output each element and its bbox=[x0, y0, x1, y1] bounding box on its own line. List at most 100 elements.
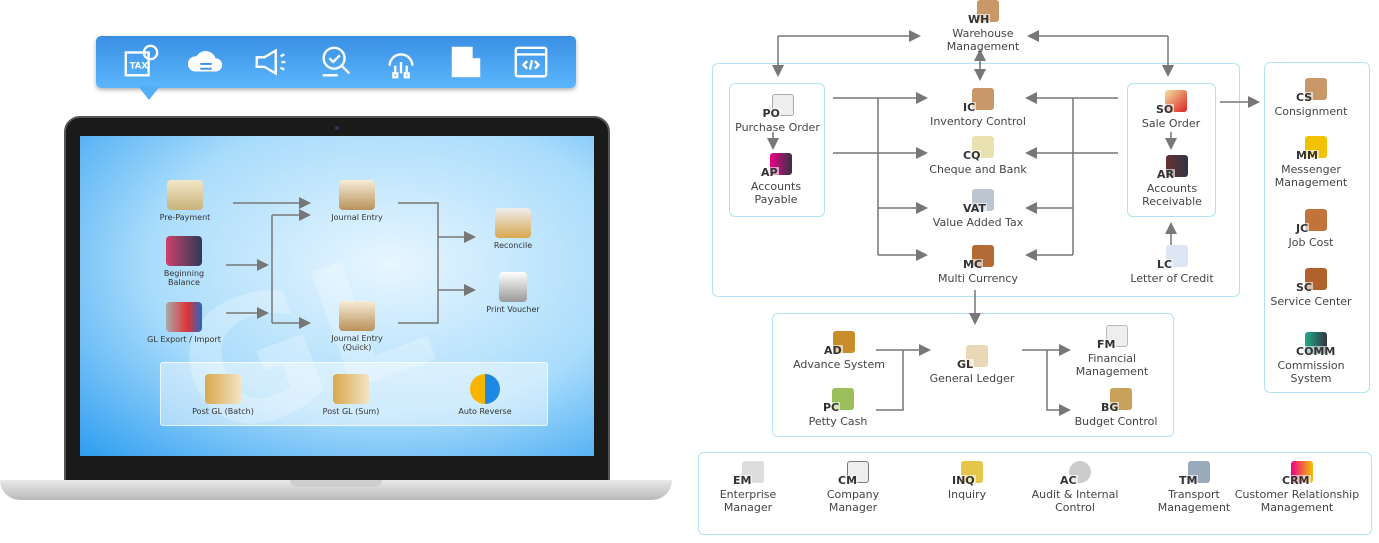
module-code: JC bbox=[1295, 222, 1310, 235]
truck-icon: TM bbox=[1178, 461, 1210, 487]
module-code: CRM bbox=[1281, 474, 1311, 487]
module-code: SC bbox=[1295, 281, 1313, 294]
webcam bbox=[335, 126, 339, 130]
people-icon: AR bbox=[1156, 155, 1188, 181]
cloud-sync-icon[interactable] bbox=[186, 43, 226, 81]
purchase-order-node[interactable]: PO Purchase Order bbox=[730, 94, 825, 134]
side-node-commission[interactable]: COMM Commission System bbox=[1261, 332, 1361, 385]
cash-icon: PC bbox=[822, 388, 854, 414]
letter-icon: LC bbox=[1156, 245, 1188, 271]
module-code: CQ bbox=[962, 149, 982, 162]
budget-icon: BG bbox=[1100, 388, 1132, 414]
report-icon: MC bbox=[962, 245, 994, 271]
tax-icon[interactable]: TAX bbox=[121, 43, 161, 81]
post-gl-batch-node[interactable]: Post GL (Batch) bbox=[178, 374, 268, 416]
accounts-receivable-node[interactable]: AR Accounts Receivable bbox=[1128, 155, 1216, 208]
side-node-consignment[interactable]: CS Consignment bbox=[1261, 78, 1361, 118]
module-code: AD bbox=[823, 344, 843, 357]
budget-control-node[interactable]: BG Budget Control bbox=[1051, 388, 1181, 428]
post-gl-sum-node[interactable]: Post GL (Sum) bbox=[306, 374, 396, 416]
post-batch-icon bbox=[205, 374, 241, 404]
svg-text:TAX: TAX bbox=[129, 62, 148, 72]
reconcile-node[interactable]: Reconcile bbox=[468, 208, 558, 250]
clipboard-icon: CM bbox=[837, 461, 869, 487]
module-code: COMM bbox=[1295, 345, 1337, 358]
petty-cash-node[interactable]: PC Petty Cash bbox=[773, 388, 903, 428]
search-check-icon[interactable] bbox=[316, 43, 356, 81]
cash-register-icon: VAT bbox=[962, 189, 994, 215]
journal-entry-node[interactable]: Journal Entry bbox=[312, 180, 402, 222]
print-voucher-node[interactable]: Print Voucher bbox=[468, 272, 558, 314]
toolbar-pointer bbox=[138, 86, 160, 100]
auto-reverse-node[interactable]: Auto Reverse bbox=[440, 374, 530, 416]
side-node-service-center[interactable]: SC Service Center bbox=[1261, 268, 1361, 308]
multi-currency-node[interactable]: MC Multi Currency bbox=[913, 245, 1043, 285]
general-ledger-node[interactable]: GL General Ledger bbox=[907, 345, 1037, 385]
briefcase-icon: JC bbox=[1295, 209, 1327, 235]
module-code: GL bbox=[956, 358, 975, 371]
bottom-node-enterprise[interactable]: EM Enterprise Manager bbox=[698, 461, 798, 514]
megaphone-icon[interactable] bbox=[251, 43, 291, 81]
bottom-node-inquiry[interactable]: INQ Inquiry bbox=[917, 461, 1017, 501]
financial-management-node[interactable]: FM Financial Management bbox=[1067, 325, 1157, 378]
cheque-bank-node[interactable]: CQ Cheque and Bank bbox=[913, 136, 1043, 176]
vat-node[interactable]: VAT Value Added Tax bbox=[913, 189, 1043, 229]
bottom-node-audit[interactable]: AC Audit & Internal Control bbox=[1020, 461, 1130, 514]
module-code: PC bbox=[822, 401, 841, 414]
module-code: FM bbox=[1096, 338, 1117, 351]
accounts-payable-node[interactable]: AP Accounts Payable bbox=[731, 153, 821, 206]
bottom-node-company[interactable]: CM Company Manager bbox=[803, 461, 903, 514]
bottom-node-crm[interactable]: CRM Customer Relationship Management bbox=[1232, 461, 1362, 514]
taxi-icon: MM bbox=[1295, 136, 1327, 162]
inquiry-icon: INQ bbox=[951, 461, 983, 487]
module-code: CS bbox=[1295, 91, 1314, 104]
box-icon: IC bbox=[962, 88, 994, 114]
inventory-control-node[interactable]: IC Inventory Control bbox=[913, 88, 1043, 128]
book-icon bbox=[339, 301, 375, 331]
module-code: AR bbox=[1156, 168, 1175, 181]
gear-doc-icon: EM bbox=[732, 461, 764, 487]
people-icon: COMM bbox=[1295, 332, 1337, 358]
prepayment-icon bbox=[167, 180, 203, 210]
module-code: IC bbox=[962, 101, 977, 114]
side-node-messenger[interactable]: MM Messenger Management bbox=[1261, 136, 1361, 189]
gear-network-icon[interactable] bbox=[381, 43, 421, 81]
bottom-node-transport[interactable]: TM Transport Management bbox=[1144, 461, 1244, 514]
journal-entry-quick-node[interactable]: Journal Entry (Quick) bbox=[329, 301, 385, 352]
module-code: AC bbox=[1059, 474, 1078, 487]
side-node-job-cost[interactable]: JC Job Cost bbox=[1261, 209, 1361, 249]
module-code: CM bbox=[837, 474, 859, 487]
folder-icon[interactable] bbox=[446, 43, 486, 81]
module-code: INQ bbox=[951, 474, 976, 487]
laptop-notch bbox=[290, 480, 382, 487]
service-icon: SC bbox=[1295, 268, 1327, 294]
money-bag-icon: AD bbox=[823, 331, 855, 357]
module-code: AP bbox=[760, 166, 779, 179]
beginning-balance-node[interactable]: Beginning Balance bbox=[154, 236, 214, 287]
magnifier-icon: AC bbox=[1059, 461, 1091, 487]
code-window-icon[interactable] bbox=[511, 43, 551, 81]
module-code: WH bbox=[967, 13, 991, 26]
warehouse-node[interactable]: WH Warehouse Management bbox=[918, 0, 1048, 53]
laptop-screen: GL Pre-Payment Beginning Balance GL Expo… bbox=[80, 136, 594, 456]
gl-export-import-node[interactable]: GL Export / Import bbox=[139, 302, 229, 344]
purchase-order-icon: PO bbox=[761, 94, 794, 120]
feature-toolbar: TAX bbox=[96, 36, 576, 100]
crm-icon: CRM bbox=[1281, 461, 1313, 487]
reconcile-icon bbox=[495, 208, 531, 238]
book-icon: GL bbox=[956, 345, 988, 371]
module-code: TM bbox=[1178, 474, 1199, 487]
module-code: VAT bbox=[962, 202, 987, 215]
prepayment-node[interactable]: Pre-Payment bbox=[140, 180, 230, 222]
cheque-icon: CQ bbox=[962, 136, 994, 162]
module-code: BG bbox=[1100, 401, 1120, 414]
people-icon: AP bbox=[760, 153, 792, 179]
post-sum-icon bbox=[333, 374, 369, 404]
sale-order-node[interactable]: SO Sale Order bbox=[1127, 90, 1215, 130]
advance-system-node[interactable]: AD Advance System bbox=[774, 331, 904, 371]
book-icon bbox=[339, 180, 375, 210]
chart-icon: FM bbox=[1096, 325, 1128, 351]
database-icon bbox=[166, 302, 202, 332]
module-code: LC bbox=[1156, 258, 1174, 271]
letter-of-credit-node[interactable]: LC Letter of Credit bbox=[1107, 245, 1237, 285]
